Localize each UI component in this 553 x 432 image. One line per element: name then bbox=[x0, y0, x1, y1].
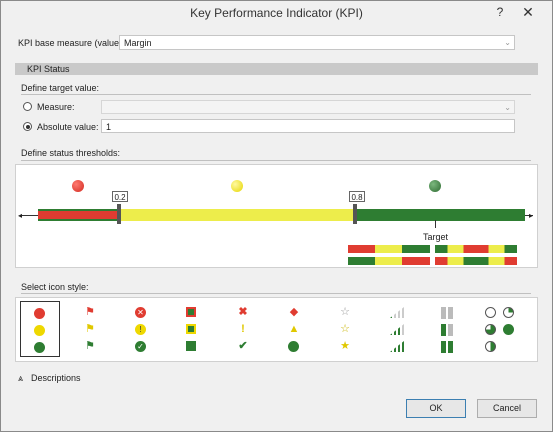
close-button[interactable]: ✕ bbox=[517, 3, 539, 21]
icon-style-quarters[interactable] bbox=[479, 301, 527, 357]
quarter-full-icon bbox=[503, 324, 514, 335]
icon-style-symbols[interactable]: ✖ ! ✔ bbox=[224, 301, 264, 357]
absolute-value-text: 1 bbox=[106, 122, 112, 132]
descriptions-expander-icon[interactable]: ⩓ bbox=[18, 373, 23, 384]
cancel-button[interactable]: Cancel bbox=[477, 399, 537, 418]
red-x-icon: ✖ bbox=[238, 306, 248, 318]
quarter-one-icon bbox=[503, 307, 514, 318]
icon-style-boxes[interactable] bbox=[428, 301, 468, 357]
yellow-segment bbox=[118, 209, 355, 221]
icon-style-circles[interactable] bbox=[20, 301, 60, 357]
yellow-circle-icon bbox=[34, 325, 45, 336]
preset-red-yellow-green[interactable] bbox=[348, 245, 430, 253]
green-square-icon bbox=[186, 341, 196, 351]
red-flag-icon: ⚑ bbox=[85, 306, 95, 318]
yellow-exclamation-circle-icon: ! bbox=[135, 324, 146, 335]
full-star-icon: ★ bbox=[340, 340, 350, 352]
green-circle-icon bbox=[429, 180, 441, 192]
green-segment bbox=[355, 209, 525, 221]
left-arrow-icon: ◂ bbox=[18, 211, 23, 220]
right-arrow-icon: ▸ bbox=[529, 211, 534, 220]
green-circle-icon bbox=[288, 341, 299, 352]
base-measure-dropdown[interactable]: Margin ⌄ bbox=[119, 35, 515, 50]
red-segment bbox=[38, 209, 118, 221]
green-circle-icon bbox=[34, 342, 45, 353]
low-threshold-value[interactable]: 0.2 bbox=[112, 191, 128, 202]
target-label: Target bbox=[423, 232, 449, 242]
kpi-dialog: Key Performance Indicator (KPI) ? ✕ KPI … bbox=[0, 0, 553, 432]
boxes-low-icon bbox=[441, 307, 453, 319]
signal-low-icon bbox=[390, 307, 404, 318]
preset-green-yellow-red[interactable] bbox=[348, 257, 430, 265]
ok-button[interactable]: OK bbox=[406, 399, 466, 418]
high-threshold-value[interactable]: 0.8 bbox=[349, 191, 365, 202]
help-button[interactable]: ? bbox=[489, 3, 511, 21]
base-measure-label: KPI base measure (value): bbox=[18, 38, 125, 48]
red-circle-icon bbox=[34, 308, 45, 319]
chevron-down-icon: ⌄ bbox=[504, 38, 511, 47]
threshold-slider-panel: 0.2 0.8 ◂ ▸ Target bbox=[15, 164, 538, 268]
icon-style-flags[interactable]: ⚑ ⚑ ⚑ bbox=[71, 301, 111, 357]
half-star-icon: ☆ bbox=[340, 323, 350, 335]
yellow-exclamation-icon: ! bbox=[241, 323, 245, 335]
absolute-value-input[interactable]: 1 bbox=[101, 119, 515, 133]
yellow-square-icon bbox=[186, 324, 196, 334]
low-threshold-handle[interactable] bbox=[117, 204, 121, 224]
preset-red-yellow-green-yellow-red[interactable] bbox=[435, 257, 517, 265]
icon-style-stars[interactable]: ☆ ☆ ★ bbox=[326, 301, 366, 357]
boxes-high-icon bbox=[441, 341, 453, 353]
quarter-empty-icon bbox=[485, 307, 496, 318]
empty-star-icon: ☆ bbox=[340, 306, 350, 318]
icon-style-symbols-circled[interactable]: ✕ ! ✓ bbox=[122, 301, 162, 357]
quarter-two-icon bbox=[485, 341, 496, 352]
target-marker bbox=[435, 220, 436, 228]
base-measure-value: Margin bbox=[124, 38, 152, 48]
red-circle-icon bbox=[72, 180, 84, 192]
window-title: Key Performance Indicator (KPI) bbox=[190, 6, 363, 20]
preset-green-yellow-red-yellow-green[interactable] bbox=[435, 245, 517, 253]
descriptions-label[interactable]: Descriptions bbox=[31, 373, 81, 383]
define-target-label: Define target value: bbox=[21, 83, 100, 93]
absolute-value-radio[interactable] bbox=[23, 122, 32, 131]
divider bbox=[21, 293, 531, 294]
measure-option-label: Measure: bbox=[37, 102, 75, 112]
define-thresholds-label: Define status thresholds: bbox=[21, 148, 121, 158]
chevron-down-icon: ⌄ bbox=[504, 103, 511, 112]
green-check-circle-icon: ✓ bbox=[135, 341, 146, 352]
signal-high-icon bbox=[390, 341, 404, 352]
yellow-triangle-icon: ▲ bbox=[288, 323, 300, 335]
measure-radio[interactable] bbox=[23, 102, 32, 111]
kpi-status-title: KPI Status bbox=[27, 64, 70, 74]
boxes-medium-icon bbox=[441, 324, 453, 336]
quarter-half-icon bbox=[485, 324, 496, 335]
divider bbox=[21, 94, 531, 95]
measure-dropdown[interactable]: ⌄ bbox=[101, 100, 515, 114]
yellow-circle-icon bbox=[231, 180, 243, 192]
divider bbox=[21, 160, 531, 161]
title-bar: Key Performance Indicator (KPI) ? ✕ bbox=[1, 1, 552, 25]
red-diamond-icon: ◆ bbox=[289, 306, 299, 318]
icon-style-shapes[interactable]: ◆ ▲ bbox=[275, 301, 315, 357]
red-square-icon bbox=[186, 307, 196, 317]
icon-style-signal-bars[interactable] bbox=[377, 301, 417, 357]
icon-style-grid: ⚑ ⚑ ⚑ ✕ ! ✓ ✖ ! ✔ ◆ ▲ ☆ ☆ ★ bbox=[15, 297, 538, 362]
track-left-arrow[interactable] bbox=[20, 215, 38, 216]
high-threshold-handle[interactable] bbox=[353, 204, 357, 224]
absolute-option-label: Absolute value: bbox=[37, 122, 99, 132]
green-check-icon: ✔ bbox=[238, 340, 248, 352]
yellow-flag-icon: ⚑ bbox=[85, 323, 95, 335]
green-flag-icon: ⚑ bbox=[85, 340, 95, 352]
icon-style-squares[interactable] bbox=[173, 301, 213, 357]
red-x-circle-icon: ✕ bbox=[135, 307, 146, 318]
kpi-status-header: KPI Status bbox=[15, 63, 538, 75]
select-icon-style-label: Select icon style: bbox=[21, 282, 89, 292]
signal-medium-icon bbox=[390, 324, 404, 335]
